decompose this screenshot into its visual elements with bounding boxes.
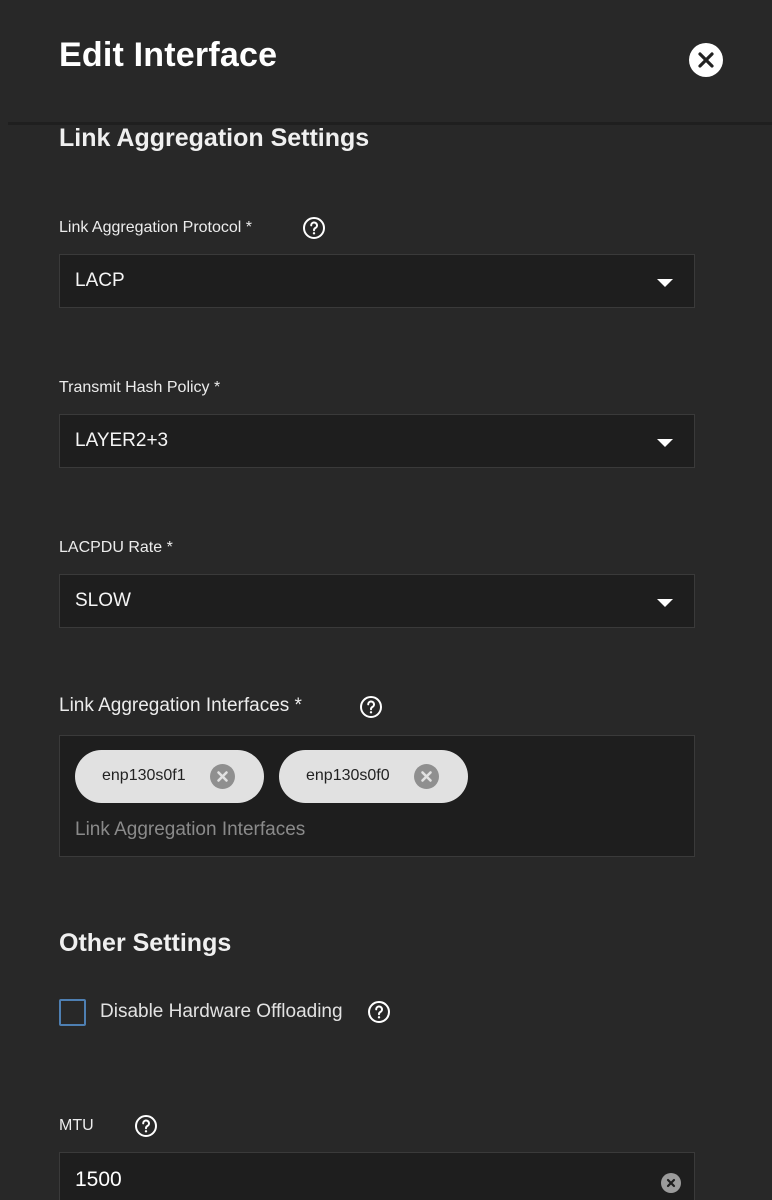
section-title-other-settings: Other Settings [59, 929, 232, 957]
lag-interfaces-input[interactable] [75, 819, 635, 841]
interface-chip[interactable]: enp130s0f1 [75, 750, 264, 803]
lag-protocol-value: LACP [75, 270, 125, 291]
close-icon [421, 771, 432, 782]
dropdown-arrow-icon [657, 439, 673, 447]
mtu-field[interactable] [59, 1152, 695, 1200]
help-icon[interactable] [367, 1000, 391, 1024]
lag-interfaces-label: Link Aggregation Interfaces * [59, 695, 302, 716]
chip-remove-button[interactable] [414, 764, 439, 789]
disable-offloading-label[interactable]: Disable Hardware Offloading [100, 1001, 343, 1023]
lag-protocol-select[interactable]: LACP [59, 254, 695, 308]
help-icon[interactable] [134, 1114, 158, 1138]
mtu-label: MTU [59, 1117, 94, 1134]
dropdown-arrow-icon [657, 279, 673, 287]
help-icon[interactable] [359, 695, 383, 719]
lacpdu-rate-label: LACPDU Rate * [59, 539, 173, 556]
dialog-header: Edit Interface [0, 0, 772, 122]
disable-offloading-checkbox[interactable] [59, 999, 86, 1026]
interface-chip-label: enp130s0f0 [306, 767, 390, 784]
interface-chip[interactable]: enp130s0f0 [279, 750, 468, 803]
lag-interfaces-chip-list[interactable]: enp130s0f1 enp130s0f0 [59, 735, 695, 857]
close-icon [217, 771, 228, 782]
lag-protocol-label: Link Aggregation Protocol * [59, 219, 253, 236]
hash-policy-label: Transmit Hash Policy * [59, 379, 221, 396]
interface-chip-label: enp130s0f1 [102, 767, 186, 784]
lacpdu-rate-value: SLOW [75, 590, 131, 611]
hash-policy-select[interactable]: LAYER2+3 [59, 414, 695, 468]
dropdown-arrow-icon [657, 599, 673, 607]
hash-policy-value: LAYER2+3 [75, 430, 169, 451]
mtu-input[interactable] [75, 1168, 635, 1192]
close-icon [698, 52, 714, 68]
chip-remove-button[interactable] [210, 764, 235, 789]
edit-interface-panel: Edit Interface Link Aggregation Settings… [0, 0, 772, 1200]
dialog-title: Edit Interface [59, 36, 278, 74]
help-icon[interactable] [302, 216, 326, 240]
clear-icon [666, 1178, 676, 1188]
clear-input-button[interactable] [661, 1173, 681, 1193]
section-title-link-aggregation: Link Aggregation Settings [59, 124, 370, 152]
lacpdu-rate-select[interactable]: SLOW [59, 574, 695, 628]
close-button[interactable] [689, 43, 723, 77]
